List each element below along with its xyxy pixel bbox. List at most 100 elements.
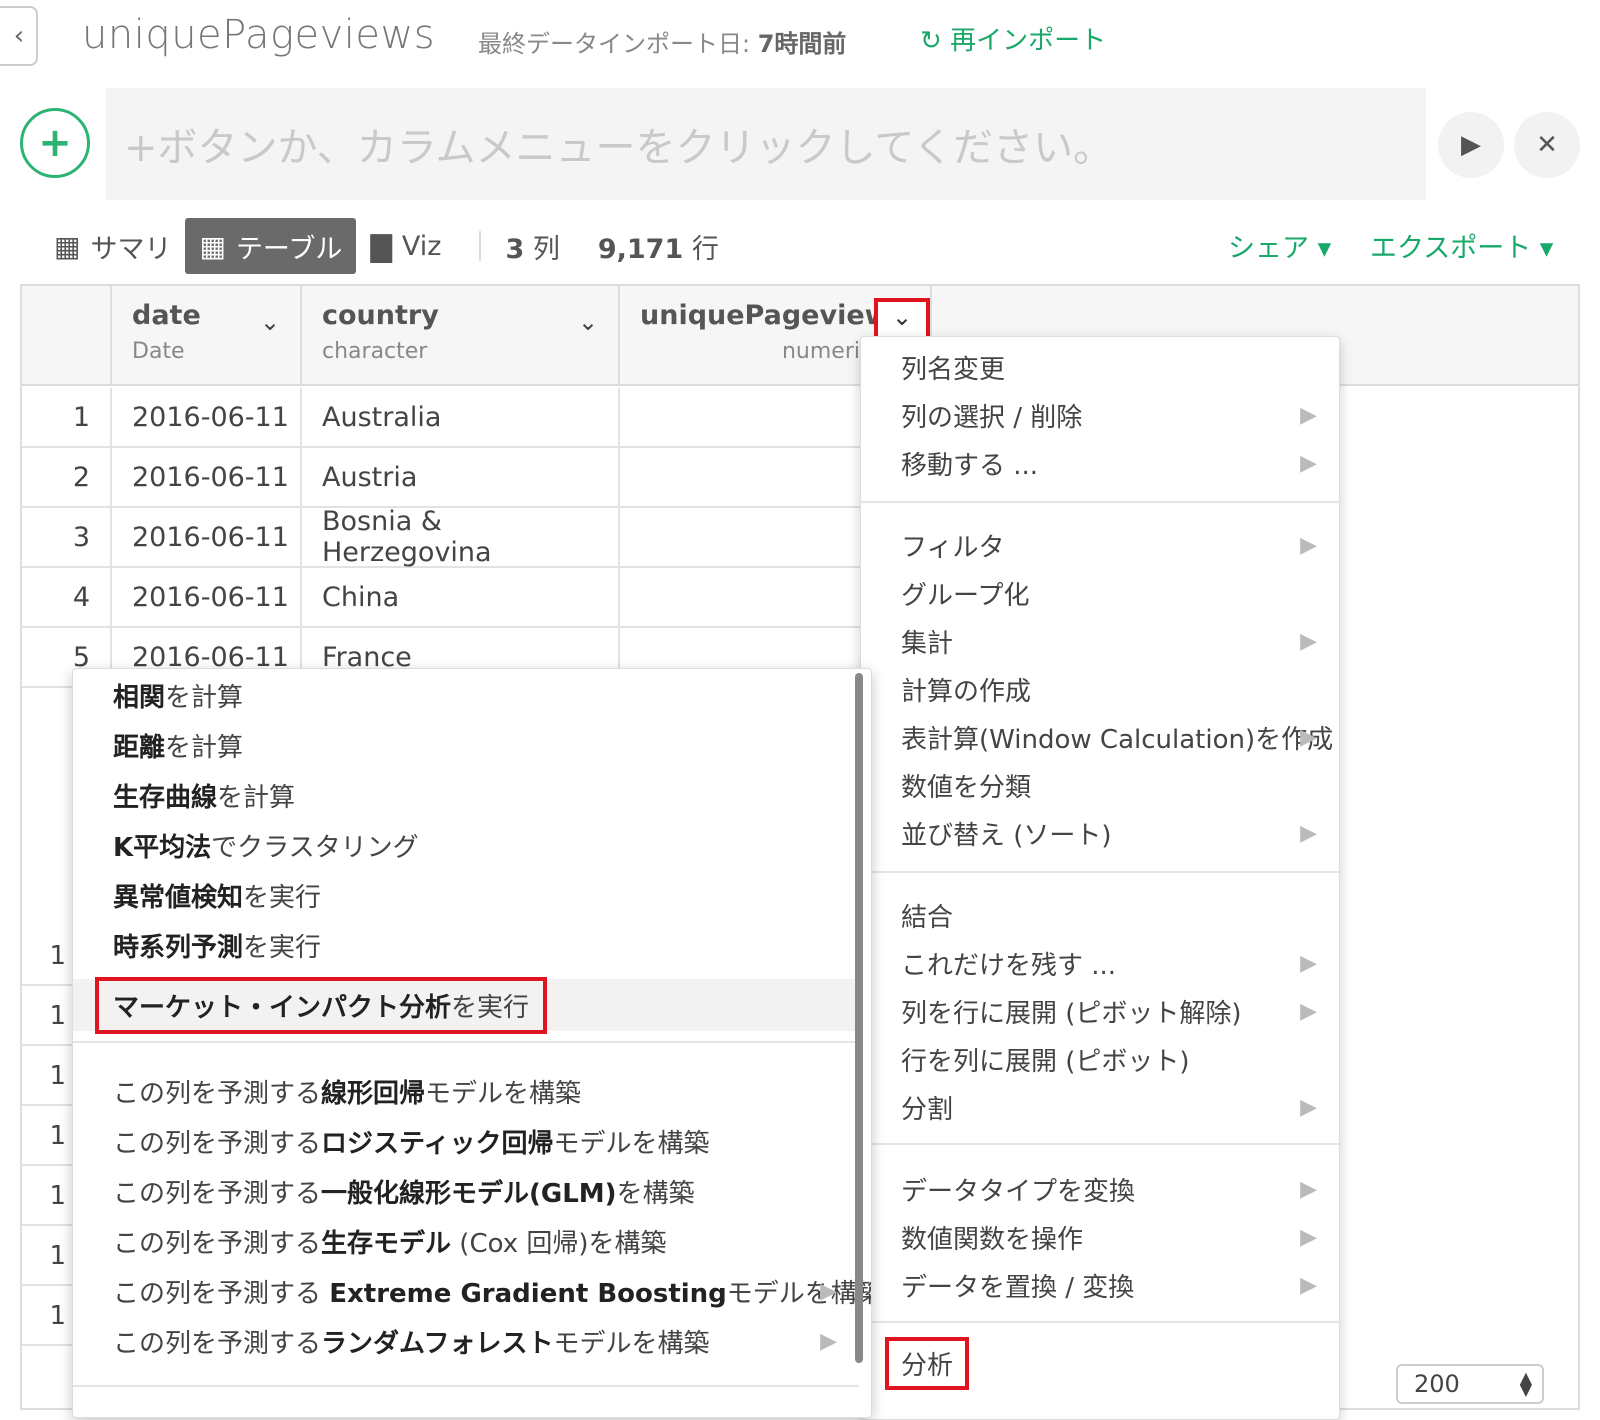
menu-item-create-calc[interactable]: 計算の作成 [901,671,1031,708]
tab-summary[interactable]: ▦ サマリ [40,218,185,274]
cell-value [620,508,862,566]
item-text: この列を予測する [113,1329,322,1359]
menu-item-keep-only[interactable]: これだけを残す ... [901,945,1116,982]
chevron-left-icon: ‹ [13,21,25,51]
close-icon: ✕ [1536,130,1558,160]
chevron-right-icon: ▶ [820,1329,837,1354]
share-label: シェア [1228,233,1309,264]
item-bold: 生存曲線 [113,783,218,813]
menu-divider [73,1041,859,1043]
table-row: 2 2016-06-11 Austria [22,448,862,508]
menu-item-correlation[interactable]: 相関を計算 [113,677,243,714]
item-bold: 生存モデル [321,1229,452,1259]
toolbar-divider [479,231,482,261]
item-text: を計算 [165,683,244,713]
menu-item-unpivot[interactable]: 列を行に展開 (ピボット解除) [901,993,1242,1030]
menu-item-xgboost[interactable]: この列を予測する Extreme Gradient Boostingモデルを構築 [113,1273,871,1310]
item-text: この列を予測する [113,1179,322,1209]
chevron-down-icon[interactable]: ⌄ [260,308,280,336]
menu-item-rename[interactable]: 列名変更 [901,349,1005,386]
menu-item-forecast[interactable]: 時系列予測を実行 [113,927,321,964]
chevron-down-icon[interactable]: ⌄ [578,308,598,336]
menu-item-linear-regression[interactable]: この列を予測する線形回帰モデルを構築 [113,1073,581,1110]
table-row: 4 2016-06-11 China [22,568,862,628]
menu-item-convert-type[interactable]: データタイプを変換 [901,1171,1135,1208]
table-icon: ▦ [199,229,226,263]
item-bold: 線形回帰 [321,1079,426,1109]
chevron-right-icon: ▶ [1300,451,1317,476]
menu-item-cox[interactable]: この列を予測する生存モデル (Cox 回帰)を構築 [113,1223,667,1260]
menu-item-bin[interactable]: 数値を分類 [901,767,1031,804]
menu-item-survival-curve[interactable]: 生存曲線を計算 [113,777,295,814]
item-text: でクラスタリング [211,833,419,863]
reimport-label: 再インポート [950,26,1107,56]
menu-item-sort[interactable]: 並び替え (ソート) [901,815,1112,852]
add-step-button[interactable]: + [20,108,90,178]
cell-date: 2016-06-11 [112,388,302,446]
column-header-date[interactable]: date Date ⌄ [112,286,302,386]
column-count: 3 列 [505,227,559,266]
chevron-right-icon: ▶ [1300,1273,1317,1298]
menu-item-split[interactable]: 分割 [901,1089,953,1126]
menu-item-summarize[interactable]: 集計 [901,623,953,660]
clear-button[interactable]: ✕ [1514,112,1580,178]
menu-item-random-forest[interactable]: この列を予測するランダムフォレストモデルを構築 [113,1323,709,1360]
menu-item-analysis[interactable]: 分析 [885,1337,970,1390]
menu-scrollbar[interactable] [855,673,863,1363]
menu-item-kmeans[interactable]: K平均法でクラスタリング [113,827,419,864]
run-button[interactable]: ▶ [1438,112,1504,178]
chevron-right-icon: ▶ [1300,403,1317,428]
page-title: uniquePageviews [82,12,436,58]
table-row: 1 2016-06-11 Australia [22,388,862,448]
item-text: この列を予測する [113,1279,330,1309]
chevron-right-icon: ▶ [1300,629,1317,654]
tab-table-label: テーブル [235,233,343,265]
menu-item-replace[interactable]: データを置換 / 変換 [901,1267,1134,1304]
menu-item-join[interactable]: 結合 [901,897,953,934]
cell-country: Australia [302,388,620,446]
export-label: エクスポート [1370,233,1532,264]
item-text: を計算 [217,783,296,813]
chevron-right-icon: ▶ [1300,1225,1317,1250]
item-bold: 距離 [113,733,166,763]
menu-item-glm[interactable]: この列を予測する一般化線形モデル(GLM)を構築 [113,1173,695,1210]
column-header-country[interactable]: country character ⌄ [302,286,620,386]
item-text: モデルを構築 [425,1079,582,1109]
menu-item-pivot[interactable]: 行を列に展開 (ピボット) [901,1041,1190,1078]
menu-item-anomaly[interactable]: 異常値検知を実行 [113,877,321,914]
chevron-right-icon: ▶ [1300,999,1317,1024]
menu-item-distance[interactable]: 距離を計算 [113,727,243,764]
column-type: Date [132,339,185,364]
export-menu-button[interactable]: エクスポート ▾ [1370,226,1553,265]
cell-date: 2016-06-11 [112,508,302,566]
tab-viz[interactable]: ▇ Viz [356,218,455,274]
caret-down-icon: ▾ [1539,233,1554,264]
row-number: 1 [22,928,72,986]
menu-item-filter[interactable]: フィルタ [901,527,1004,564]
cell-country: Bosnia & Herzegovina [302,506,620,568]
row-number: 1 [22,1288,72,1346]
page-size-select[interactable]: 200 ▲ ▼ [1396,1364,1544,1404]
item-bold: 時系列予測 [113,933,244,963]
row-number: 1 [22,1168,72,1226]
menu-item-select-delete[interactable]: 列の選択 / 削除 [901,397,1082,434]
menu-item-window-calc[interactable]: 表計算(Window Calculation)を作成 [901,719,1333,756]
item-text: (Cox 回帰)を構築 [451,1229,667,1259]
tab-table[interactable]: ▦ テーブル [185,218,357,274]
reimport-button[interactable]: ↻ 再インポート [920,20,1106,57]
menu-item-market-impact[interactable]: マーケット・インパクト分析を実行 [95,977,548,1034]
item-bold: 一般化線形モデル(GLM) [321,1179,617,1209]
menu-item-logistic-regression[interactable]: この列を予測するロジスティック回帰モデルを構築 [113,1123,709,1160]
item-bold: ロジスティック回帰 [321,1129,554,1159]
chevron-right-icon: ▶ [820,1279,837,1304]
back-button[interactable]: ‹ [0,6,38,66]
share-menu-button[interactable]: シェア ▾ [1228,226,1331,265]
cell-country: China [302,568,620,626]
command-input[interactable]: +ボタンか、カラムメニューをクリックしてください。 [106,88,1426,200]
menu-divider [861,871,1339,873]
menu-item-move[interactable]: 移動する ... [901,445,1038,482]
menu-item-numeric-func[interactable]: 数値関数を操作 [901,1219,1083,1256]
tab-viz-label: Viz [401,230,442,262]
chevron-right-icon: ▶ [1300,1095,1317,1120]
menu-item-group[interactable]: グループ化 [901,575,1029,612]
